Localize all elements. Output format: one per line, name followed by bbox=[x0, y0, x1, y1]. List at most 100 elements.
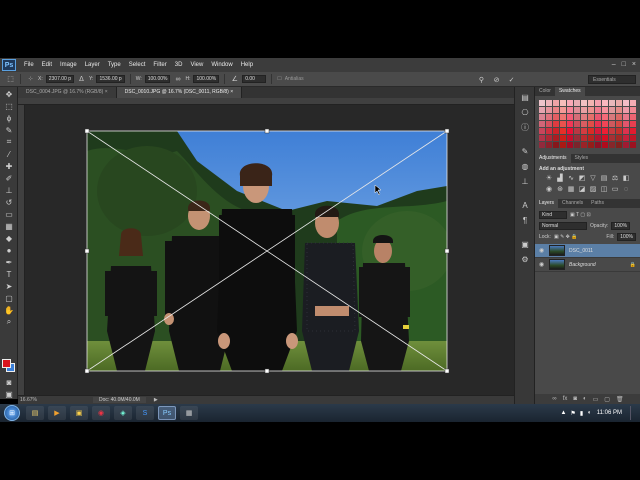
gradient-map-icon[interactable]: ▭ bbox=[611, 185, 619, 193]
levels-icon[interactable]: ▟ bbox=[556, 174, 564, 182]
swatch-cell[interactable] bbox=[574, 135, 580, 141]
layer-comps-icon[interactable]: ▣ bbox=[520, 239, 530, 249]
menu-select[interactable]: Select bbox=[125, 58, 150, 72]
reference-point-icon[interactable]: ⁘ bbox=[26, 75, 35, 84]
black-white-icon[interactable]: ◧ bbox=[622, 174, 630, 182]
pen-tool-icon[interactable]: ✒ bbox=[4, 257, 14, 267]
chrome-task-icon[interactable]: ◉ bbox=[92, 406, 110, 420]
path-select-tool-icon[interactable]: ➤ bbox=[4, 281, 14, 291]
swatch-cell[interactable] bbox=[630, 121, 636, 127]
zoom-level[interactable]: 16.67% bbox=[20, 397, 37, 403]
swatch-cell[interactable] bbox=[581, 128, 587, 134]
commit-transform-icon[interactable]: ✓ bbox=[507, 75, 516, 84]
blur-tool-icon[interactable]: ◆ bbox=[4, 233, 14, 243]
swatch-cell[interactable] bbox=[574, 128, 580, 134]
photoshop-task-icon[interactable]: Ps bbox=[158, 406, 176, 420]
media-task-icon[interactable]: ▶ bbox=[48, 406, 66, 420]
eraser-tool-icon[interactable]: ▭ bbox=[4, 209, 14, 219]
flag-icon[interactable]: ⚑ bbox=[570, 410, 575, 417]
brush-icon[interactable]: ◍ bbox=[520, 161, 530, 171]
skype-task-icon[interactable]: S bbox=[136, 406, 154, 420]
link-icon[interactable]: ∞ bbox=[173, 75, 182, 84]
swatch-cell[interactable] bbox=[581, 100, 587, 106]
swatch-cell[interactable] bbox=[553, 100, 559, 106]
swatch-cell[interactable] bbox=[630, 135, 636, 141]
swatch-cell[interactable] bbox=[623, 121, 629, 127]
swatch-cell[interactable] bbox=[609, 128, 615, 134]
layer-row-background[interactable]: ◉ Background 🔒 bbox=[535, 258, 640, 272]
tab-layers[interactable]: Layers bbox=[535, 199, 559, 208]
swatch-cell[interactable] bbox=[588, 121, 594, 127]
angle-field[interactable]: 0.00 bbox=[242, 75, 267, 83]
threshold-icon[interactable]: ◫ bbox=[600, 185, 608, 193]
visibility-eye-icon[interactable]: ◉ bbox=[539, 261, 545, 268]
dodge-tool-icon[interactable]: ● bbox=[4, 245, 14, 255]
close-button[interactable]: × bbox=[632, 58, 636, 72]
tab-channels[interactable]: Channels bbox=[558, 199, 587, 208]
swatch-cell[interactable] bbox=[616, 128, 622, 134]
layer-name[interactable]: Background bbox=[569, 262, 596, 268]
volume-icon[interactable]: ◖ bbox=[587, 410, 591, 416]
explorer-task-icon[interactable]: ▤ bbox=[26, 406, 44, 420]
tray-expand-icon[interactable]: ▲ bbox=[560, 410, 566, 416]
swatch-cell[interactable] bbox=[567, 107, 573, 113]
layer-filter-select[interactable]: Kind bbox=[539, 211, 567, 219]
swatch-cell[interactable] bbox=[539, 142, 545, 148]
swatch-cell[interactable] bbox=[595, 128, 601, 134]
swatch-cell[interactable] bbox=[574, 107, 580, 113]
swatch-cell[interactable] bbox=[553, 121, 559, 127]
menu-window[interactable]: Window bbox=[207, 58, 236, 72]
swatch-cell[interactable] bbox=[595, 142, 601, 148]
swatch-cell[interactable] bbox=[581, 135, 587, 141]
swatch-cell[interactable] bbox=[539, 121, 545, 127]
swatch-cell[interactable] bbox=[560, 114, 566, 120]
workspace-select[interactable]: Essentials bbox=[588, 75, 636, 84]
clone-stamp-tool-icon[interactable]: ⊥ bbox=[4, 185, 14, 195]
network-icon[interactable]: ▮ bbox=[580, 410, 583, 417]
hue-saturation-icon[interactable]: ▤ bbox=[600, 174, 608, 182]
photo-filter-icon[interactable]: ◉ bbox=[545, 185, 553, 193]
swatch-cell[interactable] bbox=[588, 135, 594, 141]
curves-icon[interactable]: ∿ bbox=[567, 174, 575, 182]
swatch-cell[interactable] bbox=[560, 100, 566, 106]
brush-presets-icon[interactable]: ✎ bbox=[520, 146, 530, 156]
swatch-cell[interactable] bbox=[630, 142, 636, 148]
height-field[interactable]: 100.00% bbox=[193, 75, 220, 83]
layer-row-dsc0011[interactable]: ◉ DSC_0011 bbox=[535, 244, 640, 258]
swatch-cell[interactable] bbox=[609, 142, 615, 148]
swatch-cell[interactable] bbox=[616, 121, 622, 127]
swatch-cell[interactable] bbox=[539, 107, 545, 113]
y-field[interactable]: 1536.00 p bbox=[96, 75, 125, 83]
swatch-cell[interactable] bbox=[602, 114, 608, 120]
screen-mode-icon[interactable]: ▣ bbox=[4, 389, 14, 399]
brightness-icon[interactable]: ☀ bbox=[545, 174, 553, 182]
swatch-cell[interactable] bbox=[567, 100, 573, 106]
swatch-cell[interactable] bbox=[630, 100, 636, 106]
swatch-cell[interactable] bbox=[560, 107, 566, 113]
swatch-cell[interactable] bbox=[595, 114, 601, 120]
blend-mode-select[interactable]: Normal bbox=[539, 222, 587, 230]
swatch-cell[interactable] bbox=[623, 128, 629, 134]
width-field[interactable]: 100.00% bbox=[144, 75, 171, 83]
swatch-cell[interactable] bbox=[609, 121, 615, 127]
tab-adjustments[interactable]: Adjustments bbox=[535, 154, 571, 163]
paragraph-icon[interactable]: ¶ bbox=[520, 215, 530, 225]
new-adjustment-icon[interactable]: ◐ bbox=[583, 396, 587, 402]
swatch-cell[interactable] bbox=[588, 142, 594, 148]
swatch-cell[interactable] bbox=[609, 100, 615, 106]
horizontal-ruler[interactable] bbox=[18, 98, 514, 105]
menu-image[interactable]: Image bbox=[56, 58, 81, 72]
layer-name[interactable]: DSC_0011 bbox=[569, 248, 593, 254]
new-group-icon[interactable]: ▭ bbox=[593, 396, 599, 403]
swatch-cell[interactable] bbox=[623, 100, 629, 106]
swatch-cell[interactable] bbox=[588, 100, 594, 106]
swatch-cell[interactable] bbox=[546, 107, 552, 113]
quick-select-tool-icon[interactable]: ✎ bbox=[4, 125, 14, 135]
swatch-cell[interactable] bbox=[623, 107, 629, 113]
visibility-eye-icon[interactable]: ◉ bbox=[539, 247, 545, 254]
app-task-icon[interactable]: ◈ bbox=[114, 406, 132, 420]
invert-icon[interactable]: ◪ bbox=[578, 185, 586, 193]
properties-icon[interactable]: ⎔ bbox=[520, 107, 530, 117]
swatch-cell[interactable] bbox=[616, 100, 622, 106]
maximize-button[interactable]: □ bbox=[622, 58, 626, 72]
